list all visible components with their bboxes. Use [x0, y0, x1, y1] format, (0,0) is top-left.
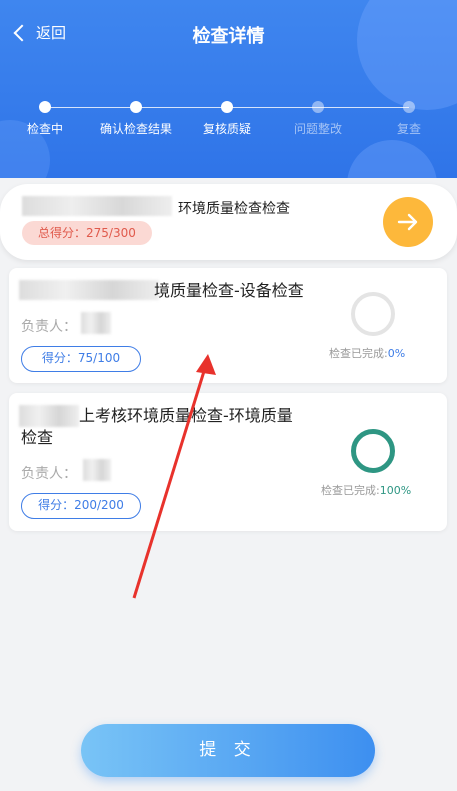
- submit-button[interactable]: 提 交: [81, 724, 375, 777]
- annotation-arrow: [132, 354, 216, 599]
